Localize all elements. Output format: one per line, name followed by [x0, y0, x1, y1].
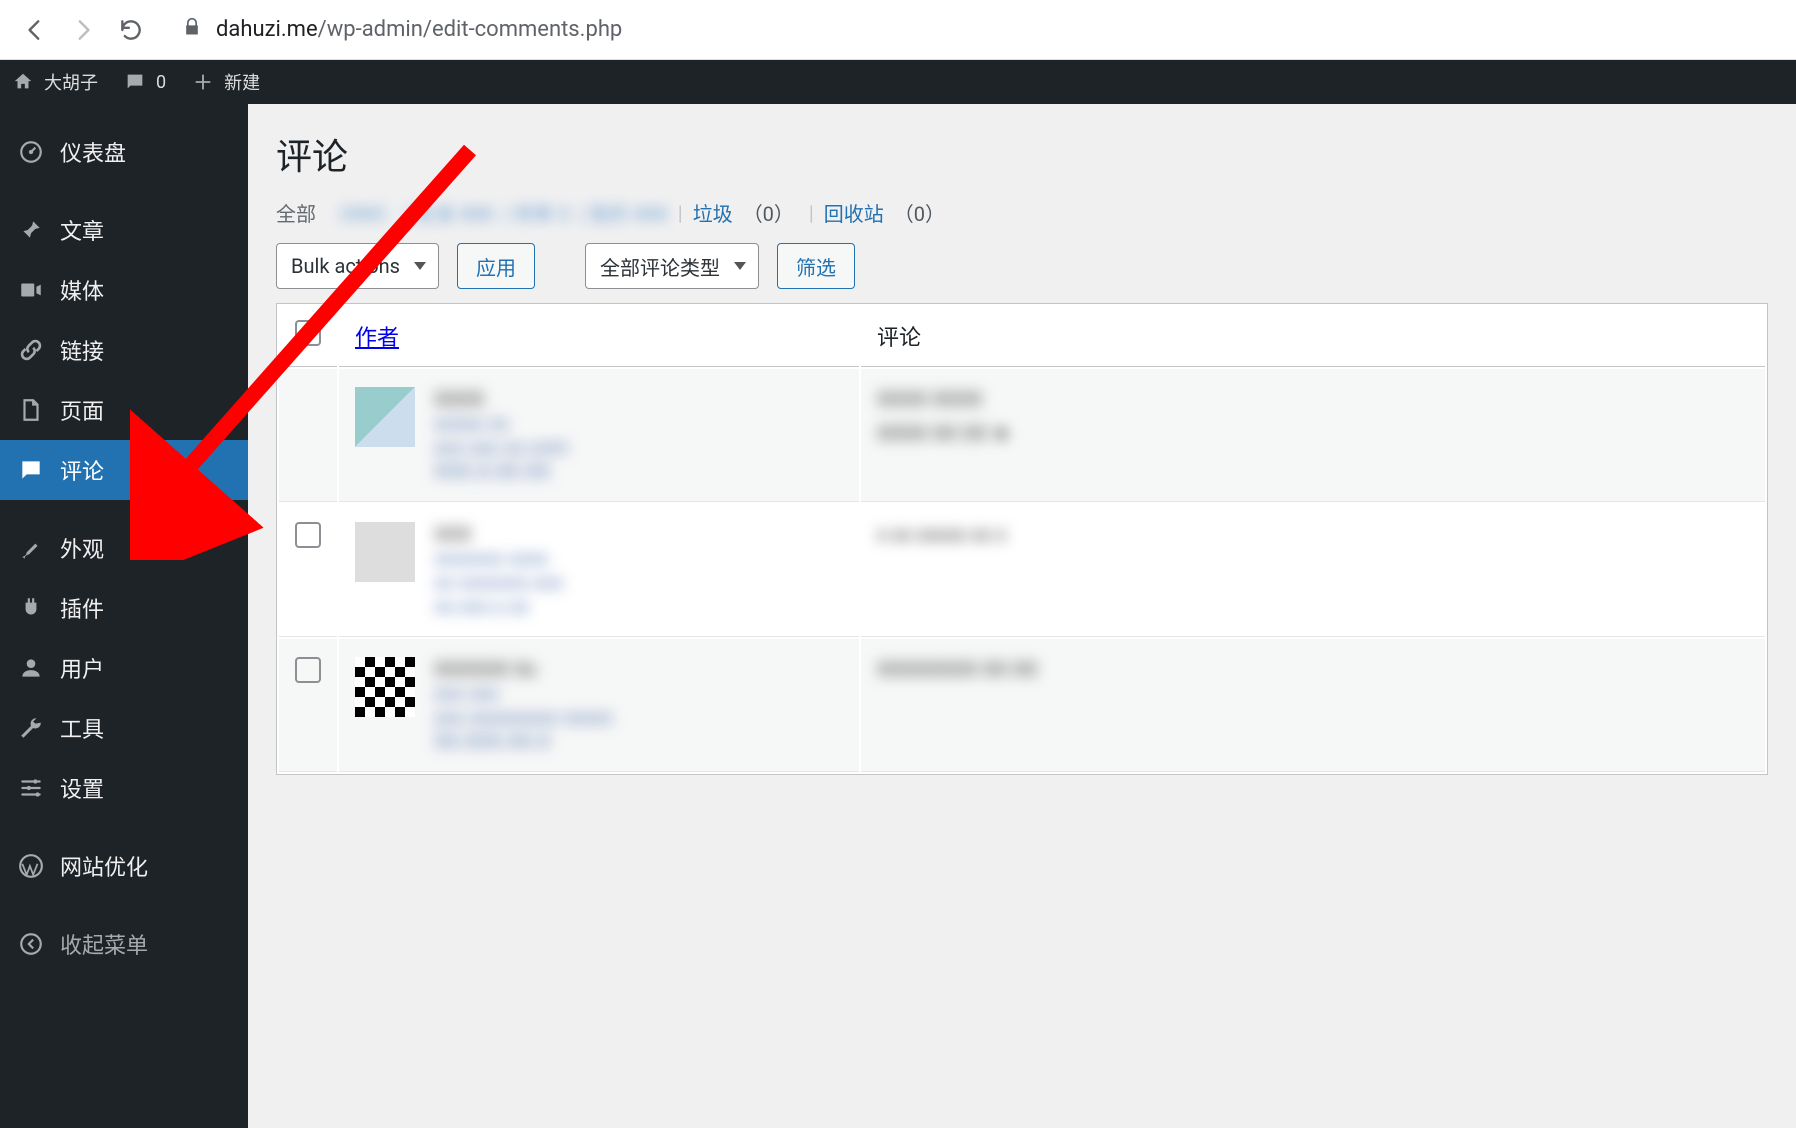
redacted-author: XXXX	[434, 387, 568, 411]
redacted-meta: xxx xxx xx.com	[434, 435, 568, 459]
adminbar-new[interactable]: 新建	[192, 69, 260, 95]
avatar	[355, 657, 415, 717]
filter-all-label: 全部	[276, 198, 316, 227]
pin-icon	[18, 217, 44, 243]
redacted-meta: xxxxx xx	[434, 411, 568, 435]
sidebar-item-tools[interactable]: 工具	[0, 698, 248, 758]
redacted-comment: XXXXXXXX XX XX	[877, 657, 1749, 681]
wrench-icon	[18, 715, 44, 741]
sidebar-item-pages[interactable]: 页面	[0, 380, 248, 440]
sidebar-item-label: 链接	[60, 334, 104, 366]
redacted-filter: （888） | 批准 888	[326, 198, 493, 227]
row-checkbox[interactable]	[295, 657, 321, 683]
comment-row: XXXXXX Xx xxx xxx xxx xxxxxxxxx xxxxx XX…	[279, 639, 1765, 772]
redacted-comment: XXXX XXXX	[877, 387, 1749, 411]
redacted-meta: XX.XXX.XX.X	[434, 729, 613, 753]
sidebar-item-label: 收起菜单	[60, 928, 148, 960]
sidebar-item-settings[interactable]: 设置	[0, 758, 248, 818]
lock-icon	[182, 17, 202, 43]
admin-bar: 大胡子 0 新建	[0, 60, 1796, 104]
page-icon	[18, 397, 44, 423]
reload-button[interactable]	[116, 15, 146, 45]
filter-button[interactable]: 筛选	[777, 243, 855, 289]
column-author[interactable]: 作者	[355, 326, 399, 351]
link-icon	[18, 337, 44, 363]
sidebar-item-posts[interactable]: 文章	[0, 200, 248, 260]
media-icon	[18, 277, 44, 303]
sidebar-item-label: 设置	[60, 772, 104, 804]
sidebar-item-media[interactable]: 媒体	[0, 260, 248, 320]
select-all-checkbox[interactable]	[295, 320, 321, 346]
sidebar-item-label: 媒体	[60, 274, 104, 306]
redacted-comment: x xx xxxxx xx x	[877, 522, 1749, 546]
redacted-meta: xx.xxx.x.xx	[434, 594, 563, 618]
sidebar-collapse[interactable]: 收起菜单	[0, 914, 248, 974]
redacted-meta: XXX.X.XX.XX	[434, 459, 568, 483]
sidebar-item-appearance[interactable]: 外观	[0, 518, 248, 578]
redacted-author: XXX	[434, 522, 563, 546]
sidebar-item-label: 评论	[60, 454, 104, 486]
page-title: 评论	[276, 128, 1768, 180]
filter-trash[interactable]: 回收站	[824, 198, 884, 227]
sidebar-item-site-optimization[interactable]: 网站优化	[0, 836, 248, 896]
adminbar-site[interactable]: 大胡子	[12, 69, 98, 95]
sidebar-item-label: 用户	[60, 652, 104, 684]
comments-table: 作者 评论 XXXX xxxxx xx xxx xxx xx.com XXX.X…	[276, 303, 1768, 775]
sidebar-item-dashboard[interactable]: 仪表盘	[0, 122, 248, 182]
browser-chrome: dahuzi.me/wp-admin/edit-comments.php	[0, 0, 1796, 60]
back-button[interactable]	[20, 15, 50, 45]
redacted-filter: | 待审 0	[503, 198, 569, 227]
row-checkbox[interactable]	[295, 522, 321, 548]
comment-row: XXX xxxxxxx xxxx xx xxxxxxx.xxx xx.xxx.x…	[279, 504, 1765, 637]
redacted-meta: xxx xxxxxxxxx xxxxx	[434, 705, 613, 729]
comment-status-filters: 全部 （888） | 批准 888 | 待审 0 | 我的 888 | 垃圾 （…	[276, 198, 1768, 227]
redacted-meta: xxxxxxx xxxx	[434, 546, 563, 570]
comment-type-select[interactable]: 全部评论类型	[585, 243, 759, 289]
wordpress-icon	[18, 853, 44, 879]
sidebar-item-label: 仪表盘	[60, 136, 126, 168]
bulk-actions-select[interactable]: Bulk actions	[276, 243, 439, 289]
adminbar-comments[interactable]: 0	[124, 71, 166, 93]
filter-spam[interactable]: 垃圾	[693, 198, 733, 227]
forward-button[interactable]	[68, 15, 98, 45]
avatar	[355, 522, 415, 582]
adminbar-new-label: 新建	[224, 69, 260, 95]
redacted-meta: xxx xxx	[434, 681, 613, 705]
filter-spam-count: （0）	[743, 198, 794, 227]
sidebar-item-label: 页面	[60, 394, 104, 426]
gauge-icon	[18, 139, 44, 165]
admin-sidebar: 仪表盘 文章 媒体 链接 页面 评论 外观 插件	[0, 104, 248, 1128]
redacted-comment: XXXX XX XX ★	[877, 421, 1749, 445]
sidebar-item-links[interactable]: 链接	[0, 320, 248, 380]
sidebar-item-comments[interactable]: 评论	[0, 440, 248, 500]
redacted-filter: | 我的 888	[579, 198, 668, 227]
redacted-meta: xx xxxxxxx.xxx	[434, 570, 563, 594]
sidebar-item-users[interactable]: 用户	[0, 638, 248, 698]
sidebar-item-label: 工具	[60, 712, 104, 744]
apply-button[interactable]: 应用	[457, 243, 535, 289]
comment-row: XXXX xxxxx xx xxx xxx xx.com XXX.X.XX.XX…	[279, 369, 1765, 502]
avatar	[355, 387, 415, 447]
main-content: 评论 全部 （888） | 批准 888 | 待审 0 | 我的 888 | 垃…	[248, 104, 1796, 1128]
comment-icon	[18, 457, 44, 483]
sidebar-item-label: 插件	[60, 592, 104, 624]
adminbar-comment-count: 0	[156, 72, 166, 93]
plug-icon	[18, 595, 44, 621]
sidebar-item-label: 外观	[60, 532, 104, 564]
url-text: dahuzi.me/wp-admin/edit-comments.php	[216, 17, 622, 42]
user-icon	[18, 655, 44, 681]
sliders-icon	[18, 775, 44, 801]
tablenav-top: Bulk actions 应用 全部评论类型 筛选	[276, 243, 1768, 289]
column-comment: 评论	[861, 306, 1765, 367]
collapse-icon	[18, 931, 44, 957]
sidebar-item-plugins[interactable]: 插件	[0, 578, 248, 638]
sidebar-item-label: 文章	[60, 214, 104, 246]
brush-icon	[18, 535, 44, 561]
adminbar-site-label: 大胡子	[44, 69, 98, 95]
url-bar[interactable]: dahuzi.me/wp-admin/edit-comments.php	[182, 17, 622, 43]
redacted-author: XXXXXX Xx	[434, 657, 613, 681]
sidebar-item-label: 网站优化	[60, 850, 148, 882]
filter-trash-count: （0）	[894, 198, 945, 227]
